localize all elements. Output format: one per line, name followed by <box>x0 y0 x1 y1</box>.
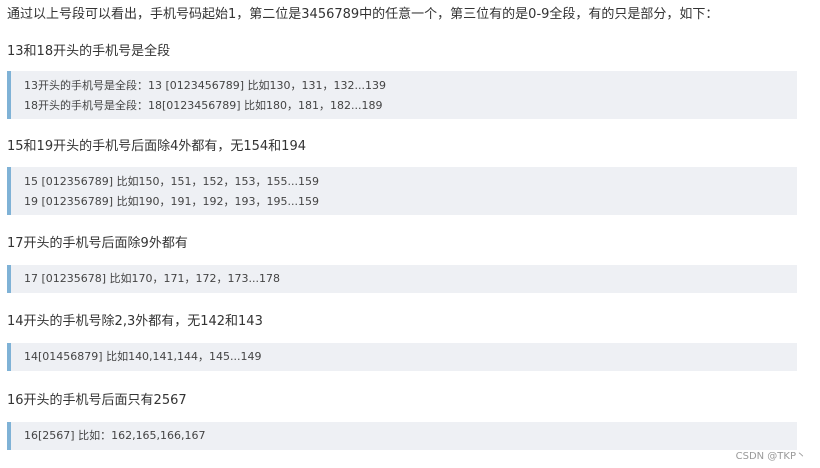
section-heading-17: 17开头的手机号后面除9外都有 <box>7 236 188 251</box>
blockquote-13-18: 13开头的手机号是全段：13 [0123456789] 比如130，131，13… <box>7 71 797 119</box>
quote-line: 13开头的手机号是全段：13 [0123456789] 比如130，131，13… <box>24 79 387 92</box>
blockquote-14: 14[01456879] 比如140,141,144，145...149 <box>7 343 797 371</box>
section-heading-13-18: 13和18开头的手机号是全段 <box>7 44 171 59</box>
quote-line: 19 [012356789] 比如190，191，192，193，195...1… <box>24 195 320 208</box>
intro-paragraph: 通过以上号段可以看出，手机号码起始1，第二位是3456789中的任意一个，第三位… <box>7 7 719 22</box>
quote-line: 16[2567] 比如：162,165,166,167 <box>24 429 206 442</box>
blockquote-16: 16[2567] 比如：162,165,166,167 <box>7 422 797 450</box>
blockquote-15-19: 15 [012356789] 比如150，151，152，153，155...1… <box>7 167 797 215</box>
quote-line: 17 [01235678] 比如170，171，172，173...178 <box>24 272 281 285</box>
section-heading-16: 16开头的手机号后面只有2567 <box>7 393 187 408</box>
section-heading-15-19: 15和19开头的手机号后面除4外都有，无154和194 <box>7 139 306 154</box>
article-body: 通过以上号段可以看出，手机号码起始1，第二位是3456789中的任意一个，第三位… <box>7 0 797 450</box>
section-heading-14: 14开头的手机号除2,3外都有，无142和143 <box>7 314 263 329</box>
quote-line: 18开头的手机号是全段：18[0123456789] 比如180，181，182… <box>24 99 383 112</box>
quote-line: 15 [012356789] 比如150，151，152，153，155...1… <box>24 175 320 188</box>
blockquote-17: 17 [01235678] 比如170，171，172，173...178 <box>7 265 797 293</box>
csdn-watermark: CSDN @TKP丶 <box>735 451 806 462</box>
quote-line: 14[01456879] 比如140,141,144，145...149 <box>24 350 262 363</box>
